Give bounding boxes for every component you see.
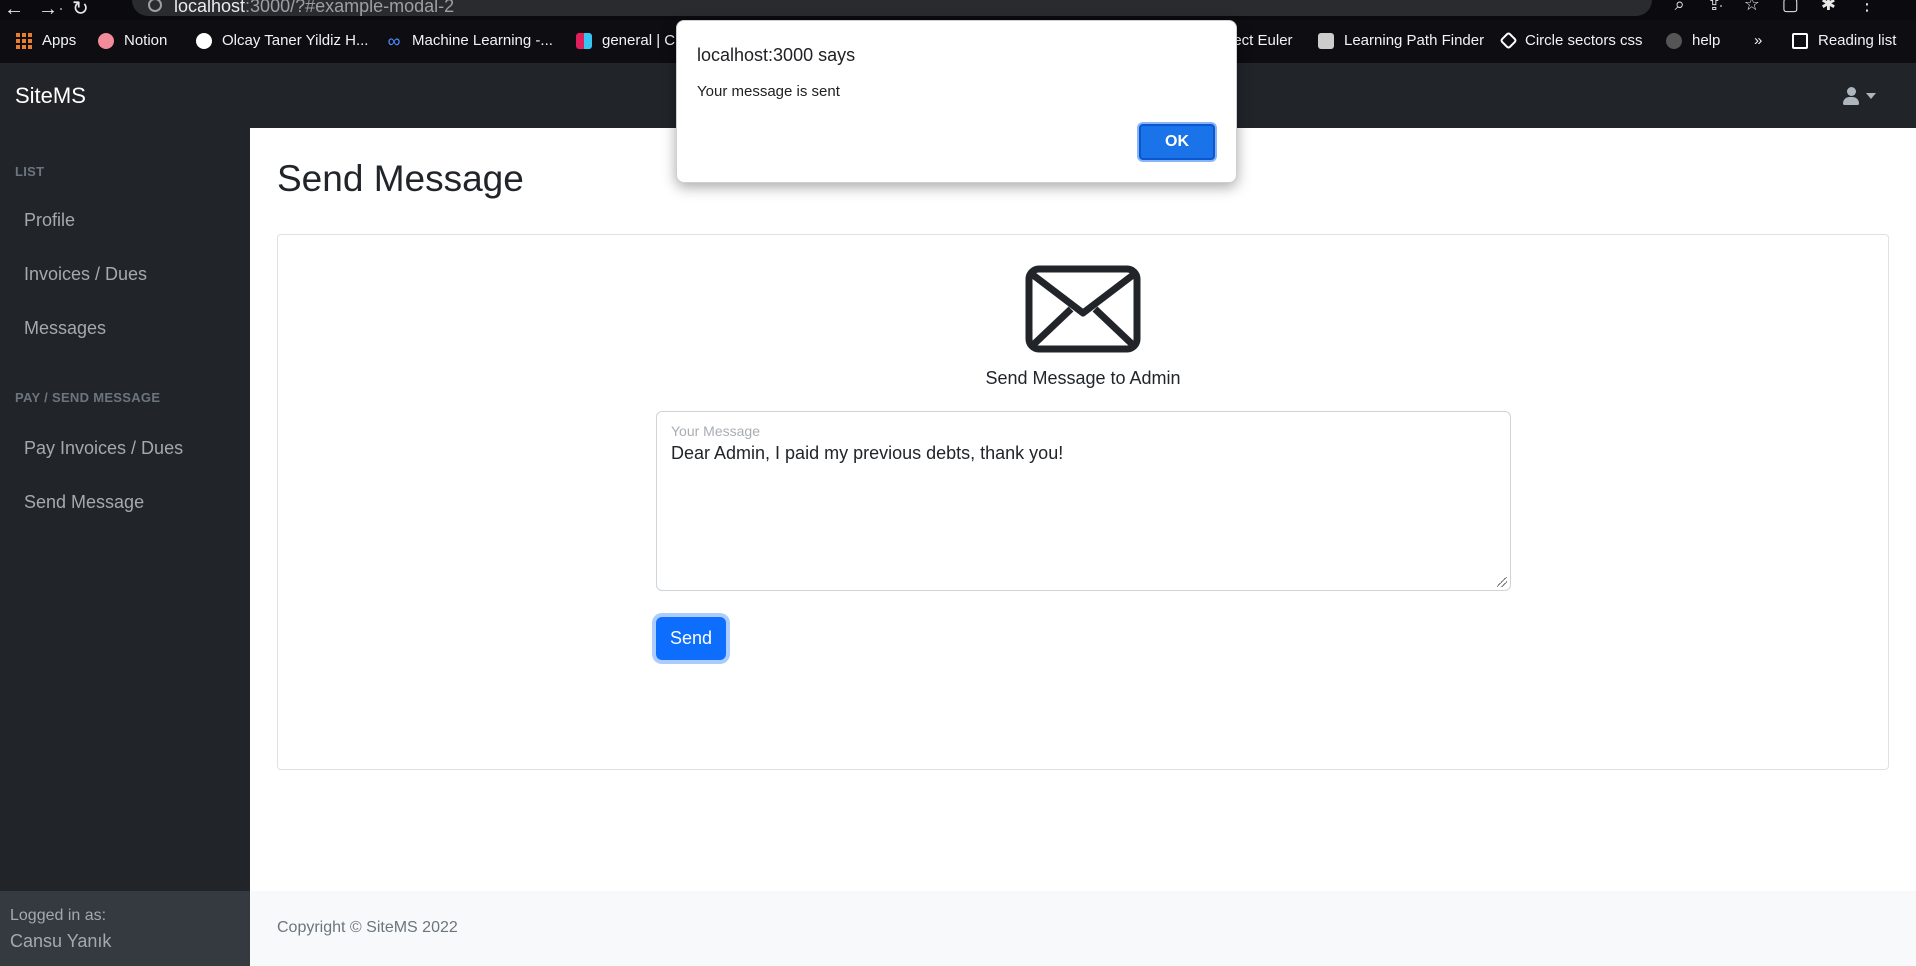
- sidebar-heading-pay-send: PAY / SEND MESSAGE: [15, 390, 161, 405]
- sidebar-heading-list: LIST: [15, 164, 45, 179]
- bookmark-label: general | C: [602, 32, 676, 49]
- page-footer: Copyright © SiteMS 2022: [250, 891, 1916, 966]
- address-text[interactable]: localhost:3000/?#example-modal-2: [174, 0, 454, 17]
- logged-in-user: Cansu Yanık: [10, 931, 112, 951]
- envelope-icon: [1025, 265, 1141, 353]
- sidebar: LIST Profile Invoices / Dues Messages PA…: [0, 128, 250, 891]
- bookmark-label: Apps: [42, 32, 77, 49]
- page-title: Send Message: [277, 158, 524, 199]
- bookmark-label: »: [1754, 32, 1763, 49]
- bookmark-label: Learning Path Finder: [1344, 32, 1485, 49]
- bookmark-label: ject Euler: [1230, 32, 1293, 49]
- address-path: :3000/?#example-modal-2: [245, 0, 455, 16]
- bookmark-help[interactable]: help: [1666, 32, 1720, 49]
- github-icon: [1666, 32, 1682, 49]
- browser-nav-icons[interactable]: ←→↻: [4, 0, 103, 20]
- learning-path-icon: [1318, 32, 1334, 49]
- logged-in-label: Logged in as:: [10, 907, 107, 924]
- address-host: localhost: [174, 0, 246, 16]
- bookmark-project-euler[interactable]: ject Euler: [1230, 32, 1293, 49]
- message-textarea[interactable]: Your Message Dear Admin, I paid my previ…: [656, 411, 1511, 591]
- infinity-icon: ∞: [387, 30, 401, 51]
- caret-down-icon: [1866, 93, 1876, 99]
- bookmark-slack-general[interactable]: general | C: [576, 32, 675, 49]
- alert-message: Your message is sent: [697, 83, 840, 100]
- sidebar-item-invoices[interactable]: Invoices / Dues: [24, 264, 147, 285]
- alert-title: localhost:3000 says: [697, 45, 856, 65]
- copyright-text: Copyright © SiteMS 2022: [277, 919, 458, 936]
- apps-grid-icon: [16, 32, 32, 49]
- codepen-icon: [1499, 31, 1518, 50]
- message-text: Dear Admin, I paid my previous debts, th…: [671, 443, 1064, 463]
- browser-toolbar-icons[interactable]: ⌕⇪☆▢✱⋮: [1675, 0, 1898, 15]
- user-menu-dropdown[interactable]: [1842, 87, 1876, 105]
- message-floating-label: Your Message: [671, 423, 760, 439]
- brand-logo[interactable]: SiteMS: [15, 83, 86, 109]
- bookmark-label: help: [1692, 32, 1721, 49]
- bookmark-label: Notion: [124, 32, 168, 49]
- brain-icon: [98, 32, 114, 49]
- textarea-resize-handle[interactable]: [1497, 577, 1507, 587]
- bookmark-label: Circle sectors css: [1525, 32, 1643, 49]
- globe-icon: [196, 32, 212, 49]
- bookmark-label: Olcay Taner Yildiz H...: [222, 32, 369, 49]
- browser-tab-strip: ←→↻ localhost:3000/?#example-modal-2 ⌕⇪☆…: [0, 0, 1916, 20]
- slack-icon: [576, 32, 592, 49]
- sidebar-item-send-message[interactable]: Send Message: [24, 492, 144, 513]
- sidebar-item-pay-invoices[interactable]: Pay Invoices / Dues: [24, 438, 183, 459]
- user-icon: [1842, 87, 1860, 105]
- bookmark-learning-path[interactable]: Learning Path Finder: [1318, 32, 1484, 49]
- alert-ok-button[interactable]: OK: [1139, 124, 1215, 160]
- reading-list-icon: [1792, 32, 1808, 49]
- card-subtitle: Send Message to Admin: [985, 368, 1181, 388]
- sidebar-item-profile[interactable]: Profile: [24, 210, 75, 231]
- reading-list-button[interactable]: Reading list: [1792, 32, 1896, 49]
- bookmarks-overflow-button[interactable]: »: [1754, 32, 1762, 49]
- bookmark-label: Reading list: [1818, 32, 1897, 49]
- bookmark-apps[interactable]: Apps: [16, 32, 76, 49]
- alert-dialog: localhost:3000 says Your message is sent…: [676, 20, 1237, 183]
- bookmark-olcay[interactable]: Olcay Taner Yildiz H...: [196, 32, 368, 49]
- sidebar-item-messages[interactable]: Messages: [24, 318, 106, 339]
- send-button[interactable]: Send: [656, 617, 726, 660]
- bookmark-circle-sectors[interactable]: Circle sectors css: [1499, 31, 1643, 50]
- bookmark-label: Machine Learning -...: [412, 32, 553, 49]
- bookmark-notion[interactable]: Notion: [98, 32, 167, 49]
- sidebar-footer: Logged in as: Cansu Yanık: [0, 891, 250, 966]
- bookmark-machine-learning[interactable]: ∞ Machine Learning -...: [386, 30, 553, 51]
